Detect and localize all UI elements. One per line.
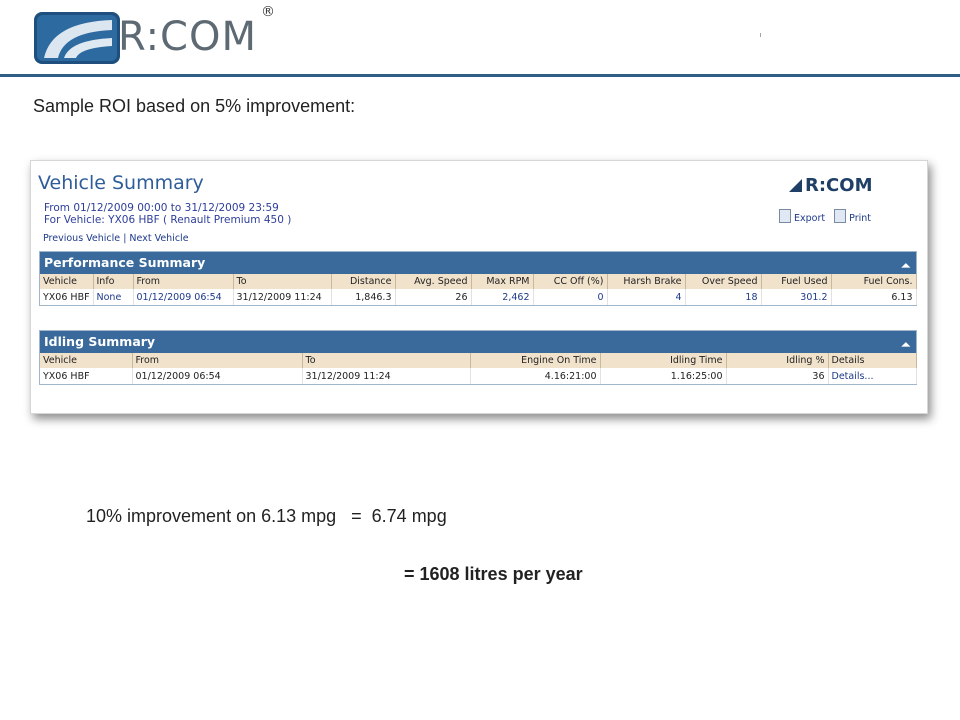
column-header[interactable]: Max RPM xyxy=(471,274,534,289)
nav-separator: | xyxy=(123,233,127,244)
collapse-icon[interactable]: ⏶ xyxy=(901,255,910,277)
brand-name: R:COM® xyxy=(118,3,276,60)
performance-summary-panel: Performance Summary ⏶ Vehicle Info From … xyxy=(39,251,917,306)
next-vehicle-link[interactable]: Next Vehicle xyxy=(129,233,188,244)
idling-summary-panel: Idling Summary ⏶ Vehicle From To Engine … xyxy=(39,330,917,385)
over-speed-link[interactable]: 18 xyxy=(685,289,762,305)
slide-caption: Sample ROI based on 5% improvement: xyxy=(33,96,356,116)
column-header[interactable]: CC Off (%) xyxy=(533,274,608,289)
export-button[interactable]: Export xyxy=(779,209,825,224)
column-header[interactable]: To xyxy=(233,274,332,289)
column-header[interactable]: Idling Time xyxy=(600,353,727,368)
rcom-logo-icon xyxy=(34,12,120,64)
decorative-mark xyxy=(760,33,761,37)
table-header-row: Vehicle From To Engine On Time Idling Ti… xyxy=(40,353,917,368)
column-header[interactable]: Info xyxy=(93,274,134,289)
table-cell: 36 xyxy=(726,368,829,384)
column-header[interactable]: To xyxy=(302,353,471,368)
registered-mark: ® xyxy=(260,3,276,20)
column-header[interactable]: Engine On Time xyxy=(470,353,601,368)
table-cell: 31/12/2009 11:24 xyxy=(302,368,471,384)
max-rpm-link[interactable]: 2,462 xyxy=(471,289,534,305)
vehicle-navigation: Previous Vehicle | Next Vehicle xyxy=(43,233,189,244)
collapse-icon[interactable]: ⏶ xyxy=(901,334,910,356)
column-header[interactable]: Vehicle xyxy=(40,274,94,289)
info-link[interactable]: None xyxy=(93,289,134,305)
table-cell: 1,846.3 xyxy=(331,289,396,305)
export-icon xyxy=(779,209,791,223)
details-link[interactable]: Details... xyxy=(828,368,917,384)
column-header[interactable]: Avg. Speed xyxy=(395,274,472,289)
idling-summary-header: Idling Summary ⏶ xyxy=(40,331,916,353)
print-button[interactable]: Print xyxy=(834,209,871,224)
table-row: YX06 HBF 01/12/2009 06:54 31/12/2009 11:… xyxy=(40,368,917,384)
header-rule xyxy=(0,74,960,77)
performance-table: Vehicle Info From To Distance Avg. Speed… xyxy=(40,274,917,305)
harsh-brake-link[interactable]: 4 xyxy=(607,289,686,305)
vehicle-summary-screenshot: Vehicle Summary From 01/12/2009 00:00 to… xyxy=(30,160,928,414)
report-vehicle: For Vehicle: YX06 HBF ( Renault Premium … xyxy=(44,214,292,226)
table-cell: 6.13 xyxy=(831,289,917,305)
table-cell: 26 xyxy=(395,289,472,305)
improvement-calculation: 10% improvement on 6.13 mpg = 6.74 mpg xyxy=(86,506,447,526)
rcom-mark-icon xyxy=(789,179,802,192)
table-header-row: Vehicle Info From To Distance Avg. Speed… xyxy=(40,274,917,289)
idling-table: Vehicle From To Engine On Time Idling Ti… xyxy=(40,353,917,384)
performance-summary-header: Performance Summary ⏶ xyxy=(40,252,916,274)
column-header[interactable]: Idling % xyxy=(726,353,829,368)
table-cell: 1.16:25:00 xyxy=(600,368,727,384)
report-actions: Export Print xyxy=(779,209,877,224)
column-header[interactable]: Vehicle xyxy=(40,353,133,368)
column-header[interactable]: From xyxy=(132,353,303,368)
from-link[interactable]: 01/12/2009 06:54 xyxy=(133,289,234,305)
report-date-range: From 01/12/2009 00:00 to 31/12/2009 23:5… xyxy=(44,202,279,214)
report-title: Vehicle Summary xyxy=(38,172,204,194)
column-header[interactable]: Harsh Brake xyxy=(607,274,686,289)
print-icon xyxy=(834,209,847,223)
annual-saving: = 1608 litres per year xyxy=(404,564,583,584)
table-row: YX06 HBF None 01/12/2009 06:54 31/12/200… xyxy=(40,289,917,305)
cc-off-link[interactable]: 0 xyxy=(533,289,608,305)
table-cell: 01/12/2009 06:54 xyxy=(132,368,303,384)
table-cell: 4.16:21:00 xyxy=(470,368,601,384)
previous-vehicle-link[interactable]: Previous Vehicle xyxy=(43,233,120,244)
table-cell: 31/12/2009 11:24 xyxy=(233,289,332,305)
column-header[interactable]: Distance xyxy=(331,274,396,289)
column-header[interactable]: From xyxy=(133,274,234,289)
column-header[interactable]: Fuel Used xyxy=(761,274,832,289)
table-cell: YX06 HBF xyxy=(40,289,94,305)
fuel-used-link[interactable]: 301.2 xyxy=(761,289,832,305)
report-logo: R:COM xyxy=(789,175,872,196)
table-cell: YX06 HBF xyxy=(40,368,133,384)
column-header[interactable]: Over Speed xyxy=(685,274,762,289)
